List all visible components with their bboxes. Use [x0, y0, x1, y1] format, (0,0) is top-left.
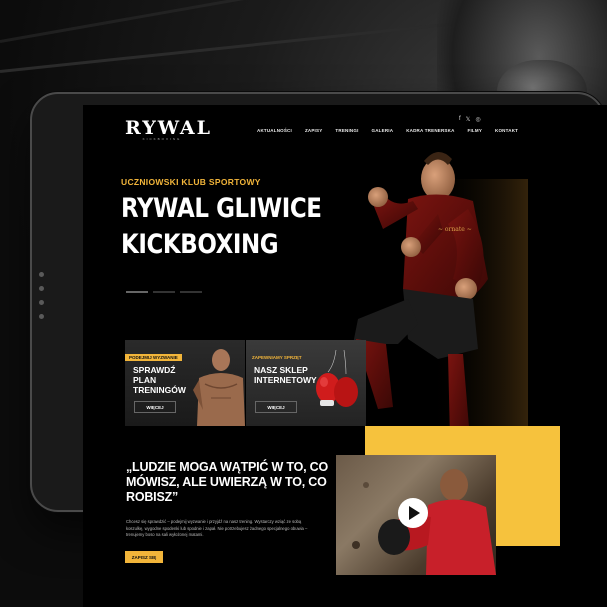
nav-item-zapisy[interactable]: ZAPISY — [305, 128, 322, 133]
card-more-button[interactable]: WIĘCEJ — [255, 401, 297, 413]
nav-item-filmy[interactable]: FILMY — [468, 128, 483, 133]
tablet-button — [39, 314, 44, 319]
social-links: f 𝕏 ◎ — [459, 116, 481, 123]
promo-card-shop[interactable]: ZAPEWNIAMY SPRZĘT NASZ SKLEP INTERNETOWY… — [246, 340, 366, 426]
play-icon[interactable] — [398, 498, 428, 528]
card-fighter-image — [193, 349, 245, 426]
instagram-icon[interactable]: ◎ — [476, 116, 481, 123]
hero-subtitle: UCZNIOWSKI KLUB SPORTOWY — [121, 177, 261, 187]
card-title: SPRAWDŹ PLAN TRENINGÓW — [133, 365, 186, 395]
slider-indicator[interactable] — [153, 291, 175, 293]
hero-title-line: RYWAL GLIWICE — [121, 193, 322, 224]
website-screen: ~ ornate ~ RYWAL KICKBOXING f 𝕏 ◎ AKTUAL… — [83, 105, 607, 607]
twitter-icon[interactable]: 𝕏 — [466, 116, 471, 123]
tablet-button — [39, 286, 44, 291]
tablet-side-buttons — [39, 272, 44, 319]
promo-card-training[interactable]: PODEJMIJ WYZWANIE SPRAWDŹ PLAN TRENINGÓW… — [125, 340, 245, 426]
nav-item-galeria[interactable]: GALERIA — [372, 128, 394, 133]
hero-title-line: KICKBOXING — [121, 229, 279, 260]
card-tag: ZAPEWNIAMY SPRZĘT — [252, 355, 302, 360]
nav-item-kadra-trenerska[interactable]: KADRA TRENERSKA — [406, 128, 454, 133]
tablet-button — [39, 300, 44, 305]
nav-item-treningi[interactable]: TRENINGI — [335, 128, 358, 133]
signup-button[interactable]: ZAPISZ SIĘ — [125, 551, 163, 563]
hero-title: RYWAL GLIWICE KICKBOXING — [121, 191, 342, 263]
svg-text:~ ornate ~: ~ ornate ~ — [438, 226, 472, 233]
facebook-icon[interactable]: f — [459, 116, 461, 123]
tablet-button — [39, 272, 44, 277]
logo[interactable]: RYWAL KICKBOXING — [125, 117, 212, 141]
nav-item-kontakt[interactable]: KONTAKT — [495, 128, 518, 133]
card-more-button[interactable]: WIĘCEJ — [134, 401, 176, 413]
slider-indicator-active[interactable] — [126, 291, 148, 293]
main-nav: AKTUALNOŚCI ZAPISY TRENINGI GALERIA KADR… — [257, 128, 518, 133]
video-thumbnail[interactable] — [336, 455, 496, 575]
card-title: NASZ SKLEP INTERNETOWY — [254, 365, 317, 385]
play-triangle — [409, 506, 420, 520]
logo-text: RYWAL — [125, 117, 212, 139]
nav-item-aktualnosci[interactable]: AKTUALNOŚCI — [257, 128, 292, 133]
slider-indicator[interactable] — [180, 291, 202, 293]
quote-body: Chcesz się sprawdzić – podejmij wyzwanie… — [126, 519, 308, 537]
quote-heading: „LUDZIE MOGA WĄTPIĆ W TO, CO MÓWISZ, ALE… — [126, 460, 329, 504]
card-tag: PODEJMIJ WYZWANIE — [125, 354, 182, 361]
